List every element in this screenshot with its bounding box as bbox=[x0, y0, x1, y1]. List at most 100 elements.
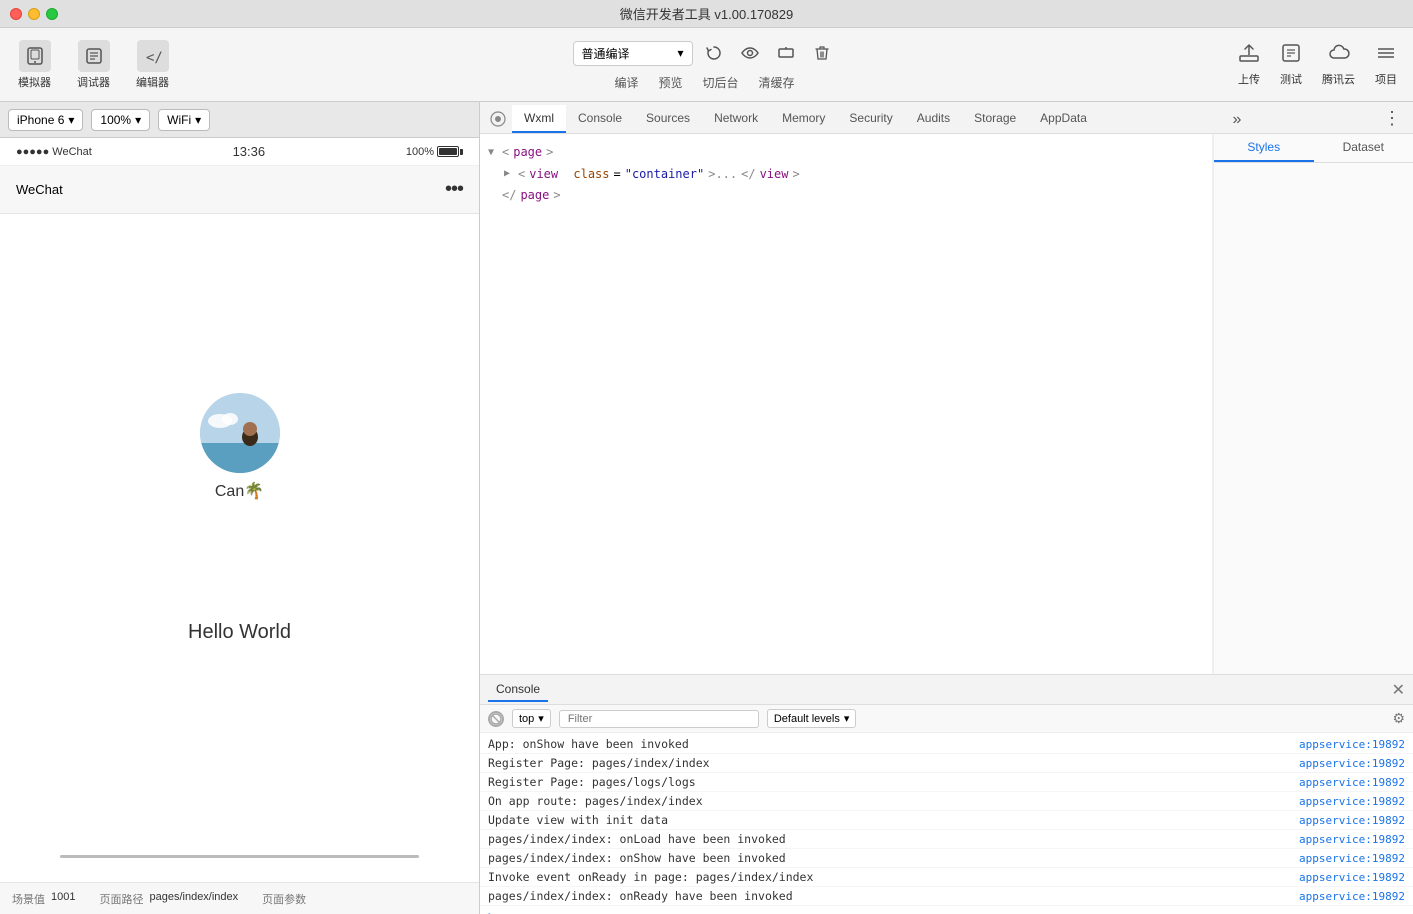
editor-button[interactable]: </> 编辑器 bbox=[128, 36, 177, 94]
console-message: pages/index/index: onReady have been inv… bbox=[488, 889, 1299, 903]
tab-appdata[interactable]: AppData bbox=[1028, 105, 1099, 133]
devtools-tabs: Wxml Console Sources Network Memory Secu… bbox=[480, 102, 1413, 134]
device-select[interactable]: iPhone 6 ▾ bbox=[8, 109, 83, 131]
console-row: Register Page: pages/logs/logs appservic… bbox=[480, 773, 1413, 792]
debugger-label: 调试器 bbox=[77, 74, 110, 90]
zoom-select[interactable]: 100% ▾ bbox=[91, 109, 150, 131]
console-message: pages/index/index: onShow have been invo… bbox=[488, 851, 1299, 865]
refresh-button[interactable] bbox=[699, 38, 729, 68]
console-row: pages/index/index: onShow have been invo… bbox=[480, 849, 1413, 868]
debugger-icon bbox=[78, 40, 110, 72]
compile-mode-label: 普通编译 bbox=[582, 45, 630, 62]
zoom-chevron-icon: ▾ bbox=[135, 113, 141, 127]
console-message: Register Page: pages/logs/logs bbox=[488, 775, 1299, 789]
more-label: 项目 bbox=[1375, 71, 1397, 87]
console-source[interactable]: appservice:19892 bbox=[1299, 833, 1405, 846]
test-label: 测试 bbox=[1280, 71, 1302, 87]
console-filter-input[interactable] bbox=[559, 710, 759, 728]
tab-storage[interactable]: Storage bbox=[962, 105, 1028, 133]
levels-select[interactable]: Default levels ▾ bbox=[767, 709, 857, 728]
network-select[interactable]: WiFi ▾ bbox=[158, 109, 210, 131]
avatar bbox=[200, 393, 280, 473]
console-message: App: onShow have been invoked bbox=[488, 737, 1299, 751]
console-message: On app route: pages/index/index bbox=[488, 794, 1299, 808]
tab-sources[interactable]: Sources bbox=[634, 105, 702, 133]
tab-audits[interactable]: Audits bbox=[905, 105, 962, 133]
console-message: Register Page: pages/index/index bbox=[488, 756, 1299, 770]
tab-icon-wxml[interactable] bbox=[484, 105, 512, 133]
tab-wxml[interactable]: Wxml bbox=[512, 105, 566, 133]
clear-cache-button[interactable] bbox=[807, 38, 837, 68]
devtools-menu-button[interactable]: ⋮ bbox=[1375, 104, 1409, 133]
console-settings-icon[interactable]: ⚙ bbox=[1392, 710, 1405, 727]
simulator-panel: iPhone 6 ▾ 100% ▾ WiFi ▾ ●●●●● WeChat 13… bbox=[0, 102, 480, 914]
cloud-icon bbox=[1328, 42, 1350, 69]
levels-chevron-icon: ▾ bbox=[844, 712, 850, 725]
console-source[interactable]: appservice:19892 bbox=[1299, 871, 1405, 884]
scene-value: 1001 bbox=[51, 891, 75, 907]
console-source[interactable]: appservice:19892 bbox=[1299, 890, 1405, 903]
console-tab[interactable]: Console bbox=[488, 678, 548, 702]
toolbar-bottom-row: 编译 预览 切后台 清缓存 bbox=[614, 74, 794, 91]
console-row: Invoke event onReady in page: pages/inde… bbox=[480, 868, 1413, 887]
simulator-button[interactable]: 模拟器 bbox=[10, 36, 59, 94]
console-close-button[interactable]: ✕ bbox=[1392, 680, 1405, 700]
zoom-level: 100% bbox=[100, 113, 131, 127]
console-header: Console ✕ bbox=[480, 675, 1413, 705]
compile-label: 编译 bbox=[614, 74, 638, 91]
console-source[interactable]: appservice:19892 bbox=[1299, 738, 1405, 751]
battery-icon bbox=[437, 146, 463, 157]
console-prompt-caret: › bbox=[480, 906, 1413, 914]
tab-console[interactable]: Console bbox=[566, 105, 634, 133]
styles-tab-dataset[interactable]: Dataset bbox=[1314, 134, 1413, 162]
maximize-button[interactable] bbox=[46, 8, 58, 20]
tab-network[interactable]: Network bbox=[702, 105, 770, 133]
minimize-button[interactable] bbox=[28, 8, 40, 20]
page-params-item: 页面参数 bbox=[262, 891, 306, 907]
params-key: 页面参数 bbox=[262, 891, 306, 907]
device-chevron-icon: ▾ bbox=[68, 113, 74, 127]
compile-mode-select[interactable]: 普通编译 ▾ bbox=[573, 41, 693, 66]
styles-tab-styles[interactable]: Styles bbox=[1214, 134, 1314, 162]
close-button[interactable] bbox=[10, 8, 22, 20]
console-toolbar: top ▾ Default levels ▾ ⚙ bbox=[480, 705, 1413, 733]
network-type: WiFi bbox=[167, 113, 191, 127]
preview-button[interactable] bbox=[735, 38, 765, 68]
options-icon[interactable]: ••• bbox=[445, 178, 463, 201]
console-row: Register Page: pages/index/index appserv… bbox=[480, 754, 1413, 773]
no-filter-icon[interactable] bbox=[488, 711, 504, 727]
simulator-label: 模拟器 bbox=[18, 74, 51, 90]
context-chevron-icon: ▾ bbox=[538, 712, 544, 725]
upload-button[interactable]: 上传 bbox=[1232, 38, 1266, 91]
console-source[interactable]: appservice:19892 bbox=[1299, 757, 1405, 770]
debugger-button[interactable]: 调试器 bbox=[69, 36, 118, 94]
battery-status: 100% bbox=[406, 146, 463, 158]
expand-page-icon[interactable]: ▼ bbox=[488, 144, 498, 162]
console-source[interactable]: appservice:19892 bbox=[1299, 776, 1405, 789]
context-select[interactable]: top ▾ bbox=[512, 709, 551, 728]
expand-view-icon[interactable]: ▶ bbox=[504, 165, 514, 183]
tab-security[interactable]: Security bbox=[837, 105, 904, 133]
test-button[interactable]: 测试 bbox=[1274, 38, 1308, 91]
svg-text:</>: </> bbox=[146, 50, 163, 66]
page-path-item: 页面路径 pages/index/index bbox=[99, 891, 238, 907]
console-source[interactable]: appservice:19892 bbox=[1299, 795, 1405, 808]
backend-button[interactable] bbox=[771, 38, 801, 68]
devtools-main: ▼ <page> ▶ <view class="container" >...<… bbox=[480, 134, 1413, 674]
console-source[interactable]: appservice:19892 bbox=[1299, 852, 1405, 865]
hello-world-text: Hello World bbox=[188, 621, 291, 644]
test-icon bbox=[1280, 42, 1302, 69]
path-value: pages/index/index bbox=[149, 891, 238, 907]
more-tabs-button[interactable]: » bbox=[1224, 107, 1249, 133]
upload-icon bbox=[1238, 42, 1260, 69]
preview-label: 预览 bbox=[658, 74, 682, 91]
cloud-button[interactable]: 腾讯云 bbox=[1316, 38, 1361, 91]
wechat-header: WeChat ••• bbox=[0, 166, 479, 214]
console-source[interactable]: appservice:19892 bbox=[1299, 814, 1405, 827]
levels-label: Default levels bbox=[774, 713, 840, 725]
horizontal-scrollbar[interactable] bbox=[60, 855, 419, 858]
more-button[interactable]: 项目 bbox=[1369, 38, 1403, 91]
clear-label: 清缓存 bbox=[759, 74, 795, 91]
tab-memory[interactable]: Memory bbox=[770, 105, 837, 133]
simulator-icon bbox=[19, 40, 51, 72]
